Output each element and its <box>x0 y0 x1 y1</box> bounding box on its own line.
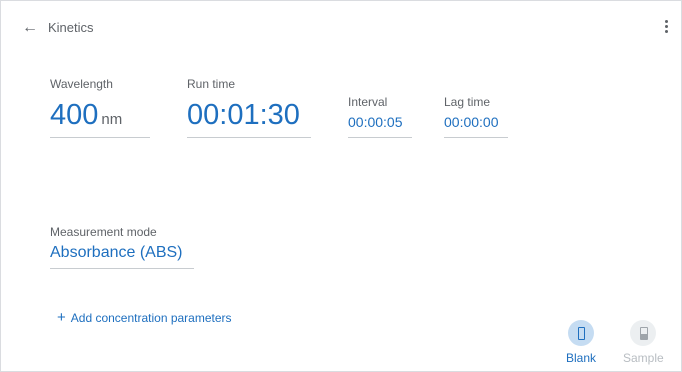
interval-value: 00:00:05 <box>348 114 403 130</box>
back-arrow-icon[interactable]: ← <box>22 18 38 38</box>
wavelength-value: 400 <box>50 99 99 131</box>
cuvette-empty-icon <box>578 327 585 340</box>
run-time-field[interactable]: 00:01:30 <box>187 99 311 138</box>
wavelength-label: Wavelength <box>50 77 113 91</box>
wavelength-field[interactable]: 400 nm <box>50 99 150 138</box>
add-concentration-button[interactable]: + Add concentration parameters <box>57 309 232 326</box>
sample-label: Sample <box>623 351 664 365</box>
wavelength-unit: nm <box>101 111 123 128</box>
run-time-label: Run time <box>187 77 236 91</box>
page-title: Kinetics <box>48 20 94 35</box>
blank-button[interactable]: Blank <box>561 320 601 365</box>
sample-button[interactable]: Sample <box>623 320 664 365</box>
measurement-mode-select[interactable]: Absorbance (ABS) <box>50 242 194 269</box>
lag-time-field[interactable]: 00:00:00 <box>444 113 508 138</box>
lag-time-label: Lag time <box>444 95 491 109</box>
cuvette-filled-icon <box>640 327 648 340</box>
interval-field[interactable]: 00:00:05 <box>348 113 412 138</box>
more-vert-icon[interactable] <box>665 20 669 36</box>
blank-label: Blank <box>565 351 597 365</box>
sample-circle <box>630 320 656 346</box>
blank-circle <box>568 320 594 346</box>
plus-icon: + <box>57 309 66 326</box>
measurement-mode-label: Measurement mode <box>50 225 157 239</box>
add-concentration-label: Add concentration parameters <box>70 311 232 325</box>
run-time-value: 00:01:30 <box>187 99 300 131</box>
measurement-mode-value: Absorbance (ABS) <box>50 244 183 261</box>
lag-time-value: 00:00:00 <box>444 114 499 130</box>
interval-label: Interval <box>348 95 388 109</box>
